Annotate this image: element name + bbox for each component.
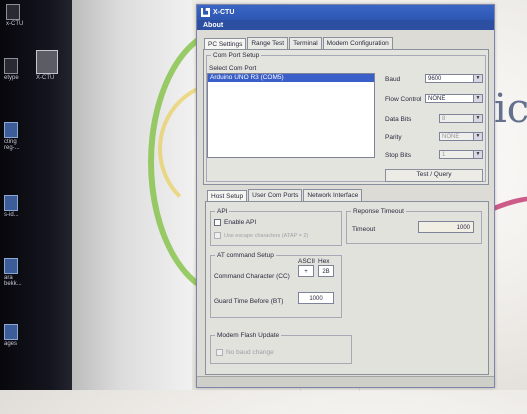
desktop-icon-label: etype bbox=[4, 75, 19, 81]
no-baud-change-label: No baud change bbox=[226, 349, 274, 357]
timeout-label: Timeout bbox=[352, 226, 376, 233]
document-icon bbox=[4, 258, 18, 274]
desktop-icon[interactable]: cting reg-... bbox=[4, 122, 20, 151]
test-query-button[interactable]: Test / Query bbox=[385, 169, 483, 182]
data-bits-select[interactable]: 8 ▼ bbox=[439, 114, 483, 123]
response-timeout-legend: Reponse Timeout bbox=[353, 208, 404, 215]
status-bar bbox=[197, 376, 494, 387]
com-port-item-selected[interactable]: Arduino UNO R3 (COM5) bbox=[208, 74, 374, 82]
desktop-icon-label: ara bekk... bbox=[4, 275, 22, 287]
desktop-icon[interactable]: s-id... bbox=[4, 195, 19, 218]
at-command-legend: AT command Setup bbox=[217, 252, 274, 259]
baud-label: Baud bbox=[385, 76, 401, 83]
enable-api-option[interactable]: Enable API bbox=[214, 219, 256, 226]
document-icon bbox=[4, 195, 18, 211]
guard-time-label: Guard Time Before (BT) bbox=[214, 298, 284, 305]
desktop-icon-xctu[interactable]: X-CTU bbox=[36, 50, 58, 81]
enable-api-label: Enable API bbox=[224, 219, 257, 227]
select-com-port-label: Select Com Port bbox=[209, 65, 257, 72]
title-bar[interactable]: ▙ X-CTU bbox=[197, 5, 494, 20]
stop-bits-select[interactable]: 1 ▼ bbox=[439, 150, 483, 159]
desktop-sidebar: x-CTU X-CTU etype cting reg-... s-id... … bbox=[0, 0, 72, 390]
baud-value: 9600 bbox=[428, 76, 442, 82]
desktop-icon[interactable]: ara bekk... bbox=[4, 258, 22, 287]
flow-control-value: NONE bbox=[428, 96, 446, 102]
hex-header: Hex bbox=[318, 258, 330, 265]
tab-range-test[interactable]: Range Test bbox=[247, 37, 289, 49]
chevron-down-icon[interactable]: ▼ bbox=[473, 133, 482, 140]
modem-flash-group: Modem Flash Update bbox=[210, 332, 352, 364]
main-tab-bar: PC Settings Range Test Terminal Modem Co… bbox=[204, 37, 394, 50]
escape-chars-option[interactable]: Use escape characters (ATAP = 2) bbox=[214, 232, 308, 239]
desktop-icon[interactable]: x-CTU bbox=[6, 4, 23, 27]
window-title: X-CTU bbox=[213, 9, 235, 16]
api-group: API bbox=[210, 208, 342, 246]
command-char-ascii-input[interactable]: + bbox=[298, 265, 314, 277]
guard-time-input[interactable]: 1000 bbox=[298, 292, 334, 304]
stop-bits-label: Stop Bits bbox=[385, 152, 412, 159]
chevron-down-icon[interactable]: ▼ bbox=[473, 75, 482, 82]
parity-value: NONE bbox=[442, 134, 460, 140]
document-icon bbox=[4, 122, 18, 138]
desktop-icon[interactable]: ages bbox=[4, 324, 18, 347]
host-setup-panel: API Enable API Use escape characters (AT… bbox=[205, 201, 489, 375]
menu-about[interactable]: About bbox=[203, 22, 223, 29]
com-port-list[interactable]: Arduino UNO R3 (COM5) bbox=[207, 73, 375, 158]
no-baud-change-checkbox[interactable] bbox=[216, 349, 223, 356]
modem-flash-legend: Modem Flash Update bbox=[217, 332, 280, 339]
tab-terminal[interactable]: Terminal bbox=[289, 37, 322, 49]
timeout-input[interactable]: 1000 bbox=[418, 221, 474, 233]
xctu-app-icon bbox=[36, 50, 58, 74]
tab-network-interface[interactable]: Network Interface bbox=[303, 189, 363, 201]
chevron-down-icon[interactable]: ▼ bbox=[473, 151, 482, 158]
escape-chars-label: Use escape characters (ATAP = 2) bbox=[224, 232, 309, 239]
app-icon: ▙ bbox=[201, 8, 210, 17]
flow-control-label: Flow Control bbox=[385, 96, 422, 103]
shortcut-icon bbox=[6, 4, 20, 20]
escape-chars-checkbox[interactable] bbox=[214, 232, 221, 239]
parity-label: Parity bbox=[385, 134, 402, 141]
com-port-setup-legend: Com Port Setup bbox=[213, 52, 260, 59]
wallpaper-logo-text: ic bbox=[494, 86, 527, 132]
xctu-window: ▙ X-CTU About PC Settings Range Test Ter… bbox=[196, 4, 495, 388]
tab-modem-configuration[interactable]: Modem Configuration bbox=[322, 37, 393, 49]
desktop-icon-label: cting reg-... bbox=[4, 139, 20, 151]
menu-bar: About bbox=[197, 20, 494, 30]
desktop-icon-label: s-id... bbox=[4, 212, 19, 218]
command-char-hex-input[interactable]: 2B bbox=[318, 265, 334, 277]
desktop-icon-label: ages bbox=[4, 341, 18, 347]
api-legend: API bbox=[217, 208, 228, 215]
desktop-icon-label: X-CTU bbox=[36, 75, 55, 81]
host-tab-bar: Host Setup User Com Ports Network Interf… bbox=[207, 189, 363, 202]
no-baud-change-option[interactable]: No baud change bbox=[216, 349, 274, 356]
flow-control-select[interactable]: NONE ▼ bbox=[425, 94, 483, 103]
command-char-label: Command Character (CC) bbox=[214, 273, 290, 280]
data-bits-label: Data Bits bbox=[385, 116, 412, 123]
baud-select[interactable]: 9600 ▼ bbox=[425, 74, 483, 83]
tab-user-com-ports[interactable]: User Com Ports bbox=[248, 189, 303, 201]
desktop-icon-label: x-CTU bbox=[6, 21, 24, 27]
shortcut-icon bbox=[4, 58, 18, 74]
stop-bits-value: 1 bbox=[442, 152, 446, 158]
folder-icon bbox=[4, 324, 18, 340]
chevron-down-icon[interactable]: ▼ bbox=[473, 115, 482, 122]
enable-api-checkbox[interactable] bbox=[214, 219, 221, 226]
ascii-header: ASCII bbox=[298, 258, 315, 265]
desktop-icon[interactable]: etype bbox=[4, 58, 19, 81]
parity-select[interactable]: NONE ▼ bbox=[439, 132, 483, 141]
chevron-down-icon[interactable]: ▼ bbox=[473, 95, 482, 102]
data-bits-value: 8 bbox=[442, 116, 446, 122]
